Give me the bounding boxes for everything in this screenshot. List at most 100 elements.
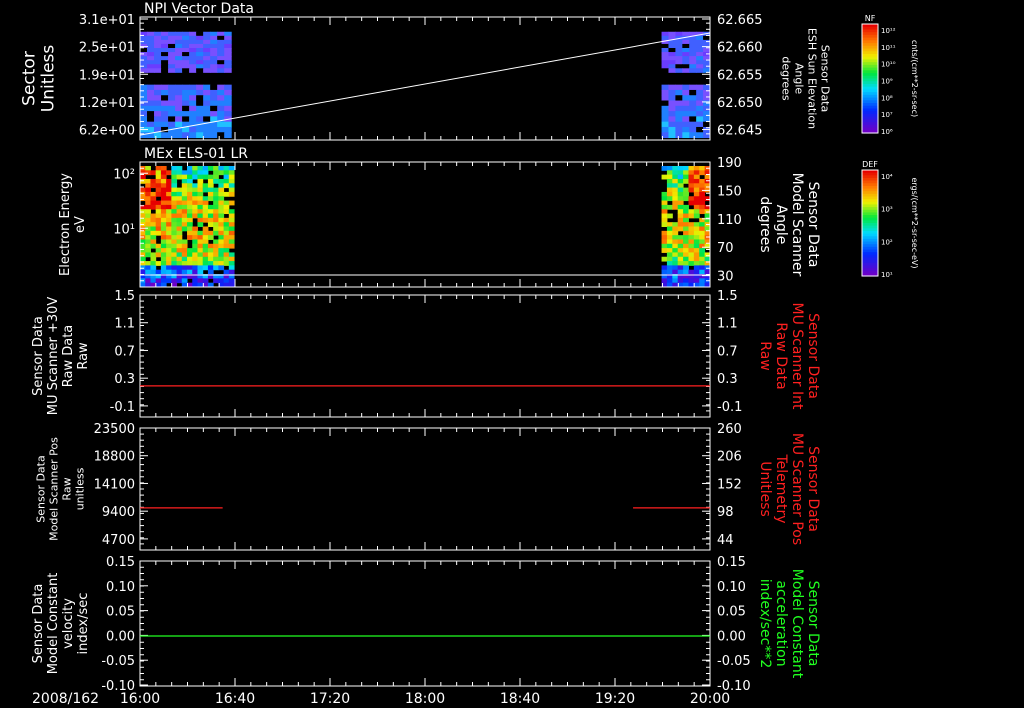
npi-cell: [224, 43, 232, 49]
npi-cell: [161, 31, 169, 37]
npi-cell: [196, 35, 204, 41]
els-cell: [223, 200, 230, 206]
els-cell: [160, 166, 167, 171]
els-cell: [683, 235, 689, 240]
npi-cell: [140, 105, 148, 112]
npi-cell: [175, 84, 183, 91]
els-cell: [672, 235, 679, 240]
npi-cell: [168, 43, 176, 49]
npi-cell: [168, 64, 176, 69]
els-cell: [197, 209, 204, 215]
npi-cell: [689, 95, 697, 102]
els-cell: [171, 191, 178, 197]
npi-cell: [154, 64, 162, 69]
els-cell: [677, 243, 684, 249]
npi-cell: [224, 111, 232, 117]
els-cell: [171, 252, 178, 258]
right-tick-label: 150: [717, 184, 742, 199]
els-cell: [176, 166, 183, 171]
npi-cell: [147, 31, 155, 37]
els-cell: [150, 217, 157, 223]
els-cell: [213, 230, 219, 236]
els-spectrogram: [140, 166, 711, 288]
right-tick-label: 190: [717, 156, 742, 171]
els-cell: [145, 261, 151, 266]
els-cell: [666, 166, 673, 171]
colorbar-unit-label: cnts/(cm**2-sr-sec): [910, 40, 919, 117]
npi-cell: [196, 116, 204, 123]
els-cell: [672, 243, 679, 249]
npi-cell: [189, 89, 197, 96]
els-cell: [140, 243, 146, 249]
els-cell: [666, 178, 673, 184]
els-cell: [661, 222, 668, 227]
npi-cell: [168, 31, 176, 37]
els-cell: [666, 174, 673, 180]
npi-cell: [661, 56, 669, 61]
els-cell: [166, 265, 172, 271]
els-cell: [160, 209, 167, 215]
els-cell: [661, 196, 668, 202]
npi-cell: [168, 121, 176, 128]
els-cell: [166, 226, 172, 232]
els-cell: [677, 248, 684, 253]
els-cell: [160, 191, 167, 197]
npi-cell: [140, 84, 148, 91]
npi-cell: [147, 111, 155, 117]
npi-cell: [161, 116, 169, 123]
els-cell: [160, 256, 167, 262]
npi-cell: [696, 105, 704, 112]
els-cell: [228, 252, 235, 258]
els-cell: [683, 196, 689, 202]
npi-cell: [203, 89, 211, 96]
npi-cell: [168, 52, 176, 57]
npi-cell: [147, 68, 155, 73]
npi-cell: [182, 132, 190, 139]
colorbar-top-label: NF: [865, 14, 876, 23]
els-cell: [672, 230, 679, 236]
els-cell: [150, 222, 157, 227]
els-cell: [677, 178, 684, 184]
els-cell: [683, 261, 689, 266]
els-cell: [693, 261, 700, 266]
els-cell: [688, 269, 695, 275]
npi-cell: [703, 111, 711, 117]
els-cell: [223, 235, 230, 240]
npi-cell: [161, 56, 169, 61]
els-cell: [155, 278, 162, 284]
els-cell: [207, 191, 214, 197]
npi-cell: [668, 60, 676, 65]
npi-cell: [682, 64, 690, 69]
right-tick-label: 62.665: [717, 13, 763, 28]
els-cell: [677, 213, 684, 219]
npi-cell: [661, 111, 669, 117]
colorbar-tick-label: 10⁶: [881, 128, 893, 136]
npi-cell: [147, 47, 155, 53]
npi-cell: [675, 95, 683, 102]
npi-cell: [675, 100, 683, 107]
npi-cell: [175, 116, 183, 123]
els-cell: [187, 265, 193, 271]
els-cell: [228, 230, 235, 236]
els-cell: [171, 213, 178, 219]
npi-cell: [182, 68, 190, 73]
els-cell: [228, 178, 235, 184]
npi-cell: [689, 111, 697, 117]
els-cell: [207, 252, 214, 258]
npi-cell: [210, 111, 218, 117]
els-cell: [218, 178, 225, 184]
npi-cell: [217, 52, 225, 57]
npi-cell: [175, 31, 183, 37]
panel-title: NPI Vector Data: [144, 1, 254, 17]
els-cell: [197, 191, 204, 197]
els-cell: [688, 183, 695, 189]
els-cell: [202, 235, 209, 240]
npi-cell: [161, 52, 169, 57]
npi-cell: [203, 60, 211, 65]
els-cell: [228, 256, 235, 262]
els-cell: [672, 191, 679, 197]
npi-cell: [224, 132, 232, 139]
npi-cell: [147, 100, 155, 107]
els-cell: [171, 261, 178, 266]
els-cell: [197, 187, 204, 193]
